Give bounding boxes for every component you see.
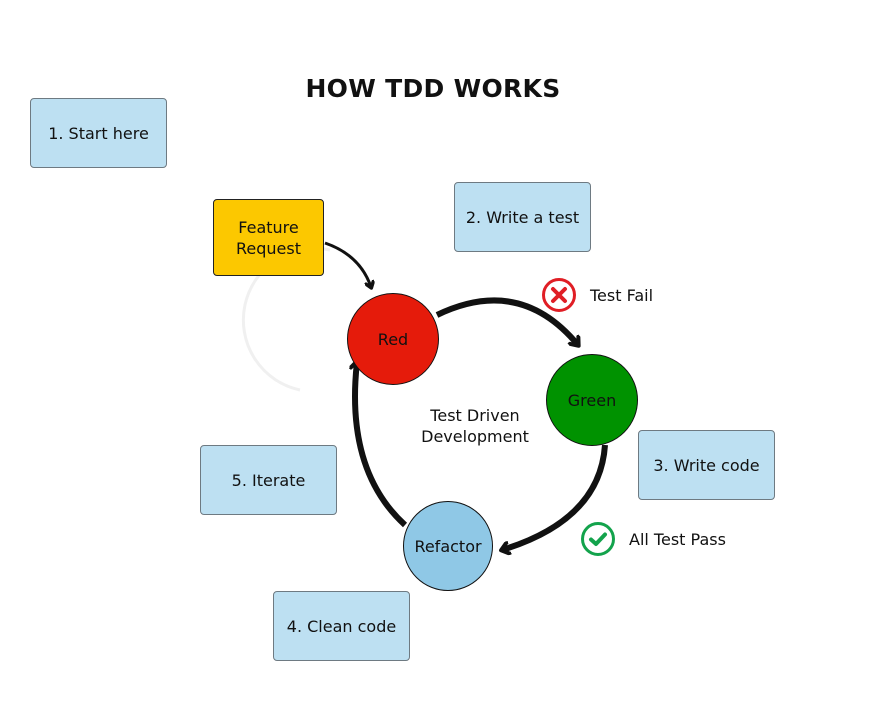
center-label-line1: Test Driven xyxy=(430,406,520,425)
feature-request-line1: Feature xyxy=(238,217,299,237)
status-test-fail: Test Fail xyxy=(541,277,653,313)
status-test-fail-label: Test Fail xyxy=(590,285,654,305)
feature-request-line2: Request xyxy=(236,238,301,258)
step-start-here: 1. Start here xyxy=(30,98,167,168)
node-red: Red xyxy=(347,293,439,385)
step-iterate: 5. Iterate xyxy=(200,445,337,515)
center-label-line2: Development xyxy=(421,427,529,446)
node-green: Green xyxy=(546,354,638,446)
center-label: Test Driven Development xyxy=(405,405,545,447)
arrow-refactor-to-red xyxy=(355,362,408,528)
status-all-test-pass: All Test Pass xyxy=(580,521,726,557)
feature-request-box: Feature Request xyxy=(213,199,324,276)
step-write-a-test: 2. Write a test xyxy=(454,182,591,252)
step-clean-code: 4. Clean code xyxy=(273,591,410,661)
node-refactor: Refactor xyxy=(403,501,493,591)
status-all-test-pass-label: All Test Pass xyxy=(629,529,726,549)
step-write-code: 3. Write code xyxy=(638,430,775,500)
check-circle-icon xyxy=(581,522,615,556)
arrow-feature-to-red xyxy=(324,241,371,287)
x-circle-icon xyxy=(542,278,576,312)
